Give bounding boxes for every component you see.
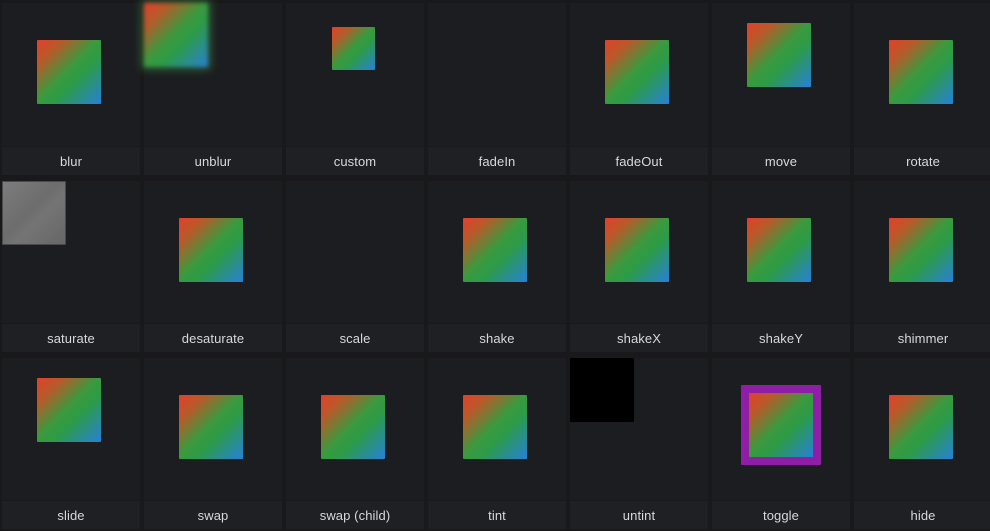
demo-label: unblur [194, 154, 232, 169]
demo-cell-custom[interactable]: custom [286, 3, 424, 175]
demo-label: toggle [762, 508, 800, 523]
demo-box-untint [570, 358, 634, 422]
demo-label: shake [479, 331, 515, 346]
demo-box-move [747, 23, 811, 87]
demo-cell-desaturate[interactable]: desaturate [144, 181, 282, 352]
demo-cell-scale[interactable]: scale [286, 181, 424, 352]
demo-cell-slide[interactable]: slide [2, 358, 140, 529]
demo-box-desaturate [179, 218, 243, 282]
demo-cell-shakex[interactable]: shakeX [570, 181, 708, 352]
demo-label: rotate [906, 154, 940, 169]
demo-label: shimmer [897, 331, 949, 346]
demo-box-blur [37, 40, 101, 104]
demo-box-hide [889, 395, 953, 459]
demo-label: saturate [47, 331, 95, 346]
demo-box-shimmer [889, 218, 953, 282]
demo-cell-shake[interactable]: shake [428, 181, 566, 352]
demo-cell-tint[interactable]: tint [428, 358, 566, 529]
demo-label: hide [910, 508, 936, 523]
demo-cell-untint[interactable]: untint [570, 358, 708, 529]
demo-box-shake [463, 218, 527, 282]
demo-box-slide [37, 378, 101, 442]
demo-box-toggle [741, 385, 821, 465]
demo-cell-move[interactable]: move [712, 3, 850, 175]
demo-cell-rotate[interactable]: rotate [854, 3, 990, 175]
demo-label: tint [488, 508, 506, 523]
demo-box-fadeout [605, 40, 669, 104]
demo-box-tint [463, 395, 527, 459]
demo-cell-swap[interactable]: swap [144, 358, 282, 529]
demo-label: shakeX [617, 331, 661, 346]
demo-cell-hide[interactable]: hide [854, 358, 990, 529]
demo-label: slide [57, 508, 85, 523]
demo-label: swap (child) [319, 508, 391, 523]
demo-cell-shimmer[interactable]: shimmer [854, 181, 990, 352]
demo-box-shakex [605, 218, 669, 282]
animation-demo-grid: blur unblur custom fadeIn fadeOut move r… [0, 0, 990, 531]
demo-label: scale [339, 331, 371, 346]
demo-box-custom [332, 27, 375, 70]
demo-label: fadeIn [478, 154, 516, 169]
demo-label: desaturate [181, 331, 245, 346]
demo-cell-shakey[interactable]: shakeY [712, 181, 850, 352]
demo-box-swap [179, 395, 243, 459]
demo-label: move [764, 154, 798, 169]
demo-cell-saturate[interactable]: saturate [2, 181, 140, 352]
demo-box-rotate [889, 40, 953, 104]
demo-box-shakey [747, 218, 811, 282]
demo-box-swap-child [321, 395, 385, 459]
demo-cell-toggle[interactable]: toggle [712, 358, 850, 529]
demo-cell-unblur[interactable]: unblur [144, 3, 282, 175]
demo-label: blur [59, 154, 83, 169]
demo-cell-fadein[interactable]: fadeIn [428, 3, 566, 175]
demo-cell-swap-child[interactable]: swap (child) [286, 358, 424, 529]
demo-box-saturate [2, 181, 66, 245]
demo-label: swap [197, 508, 229, 523]
demo-box-unblur [144, 3, 208, 67]
demo-label: shakeY [759, 331, 803, 346]
demo-label: untint [622, 508, 656, 523]
demo-label: fadeOut [615, 154, 663, 169]
demo-cell-fadeout[interactable]: fadeOut [570, 3, 708, 175]
demo-cell-blur[interactable]: blur [2, 3, 140, 175]
demo-label: custom [333, 154, 377, 169]
